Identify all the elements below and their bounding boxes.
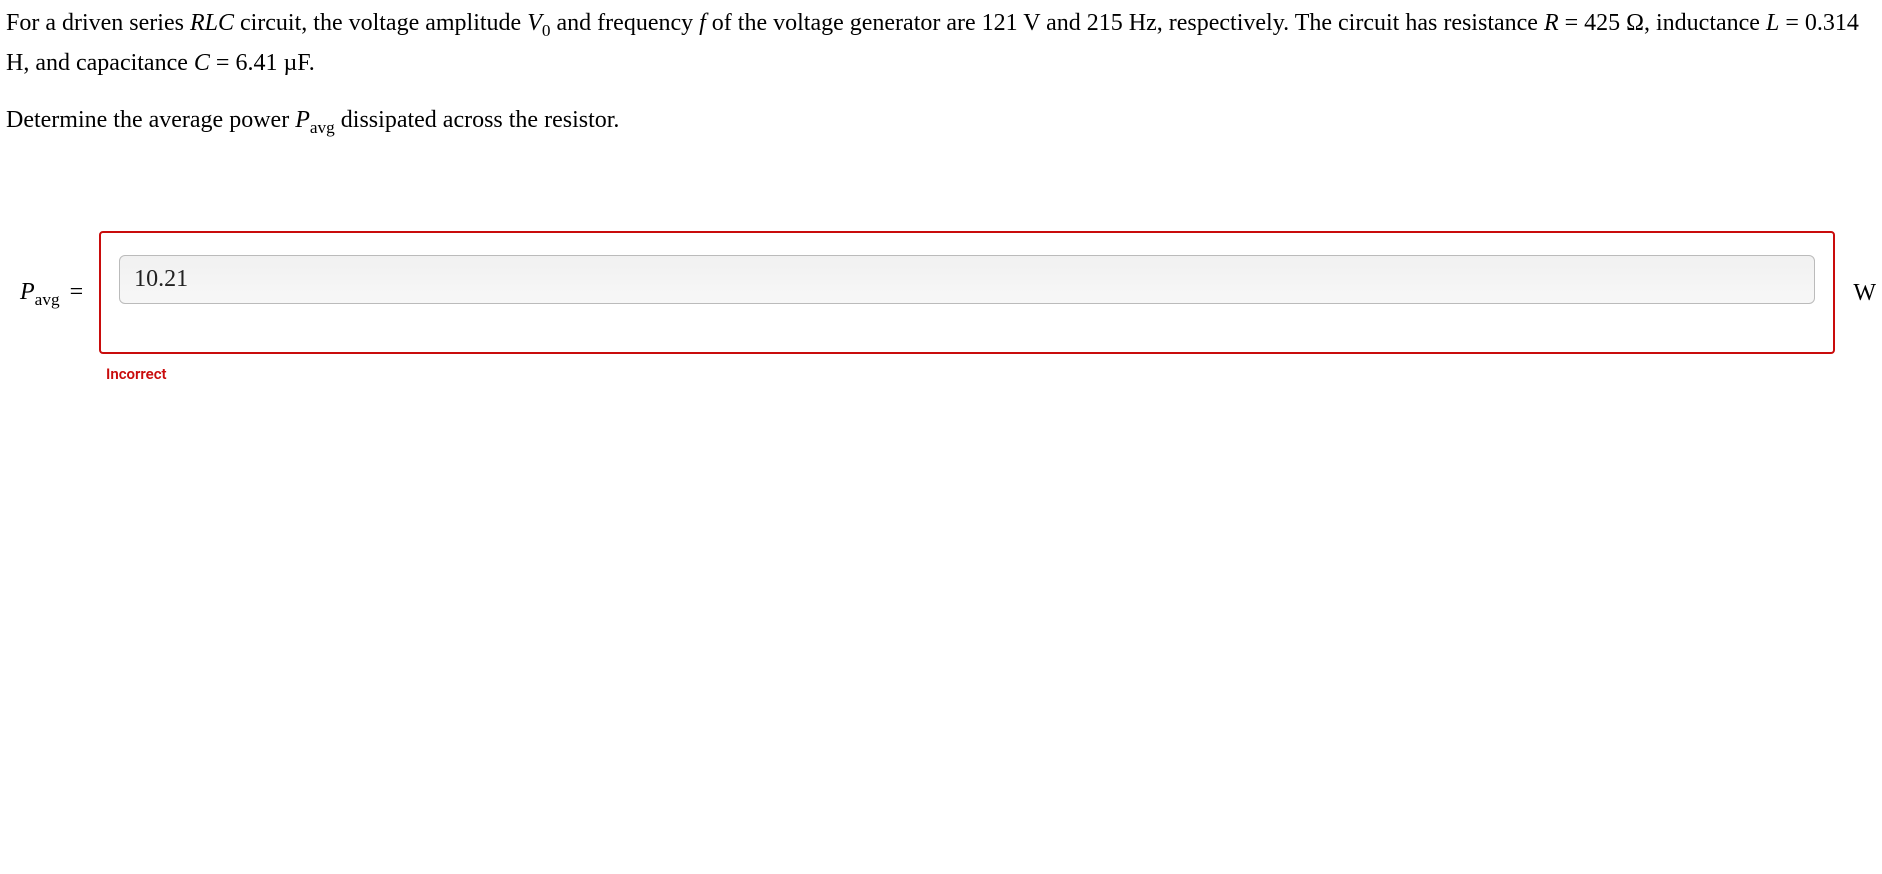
answer-box-wrapper — [99, 231, 1835, 354]
answer-incorrect-outline — [99, 231, 1835, 354]
text-fragment: and frequency — [551, 10, 700, 36]
feedback-incorrect: Incorrect — [106, 362, 1876, 386]
text-fragment: of the voltage generator are 121 V and 2… — [706, 10, 1163, 36]
var-p-sub: avg — [310, 118, 335, 137]
label-equals: = — [64, 279, 84, 305]
var-rlc: RLC — [190, 10, 234, 36]
text-fragment: dissipated across the resistor. — [335, 107, 620, 133]
answer-unit: W — [1853, 274, 1876, 312]
text-fragment: For a driven series — [6, 10, 190, 36]
label-p-sub: avg — [35, 289, 60, 308]
text-fragment: = 425 Ω, inductance — [1559, 10, 1766, 36]
text-fragment: = 6.41 µF. — [210, 50, 315, 76]
var-c: C — [194, 50, 210, 76]
var-f: f — [699, 10, 706, 36]
var-p: P — [295, 107, 310, 133]
problem-statement: For a driven series RLC circuit, the vol… — [6, 4, 1876, 83]
answer-input[interactable] — [119, 255, 1815, 304]
text-fragment: circuit, the voltage amplitude — [234, 10, 527, 36]
var-v-sub: 0 — [542, 21, 551, 40]
text-fragment: Determine the average power — [6, 107, 295, 133]
var-l: L — [1766, 10, 1779, 36]
question-prompt: Determine the average power Pavg dissipa… — [6, 101, 1876, 141]
var-r: R — [1544, 10, 1559, 36]
answer-row: Pavg = W — [6, 231, 1876, 354]
var-v: V — [527, 10, 542, 36]
label-p: P — [20, 279, 35, 305]
answer-label: Pavg = — [6, 273, 87, 313]
text-fragment: respectively. The circuit has resistance — [1169, 10, 1544, 36]
